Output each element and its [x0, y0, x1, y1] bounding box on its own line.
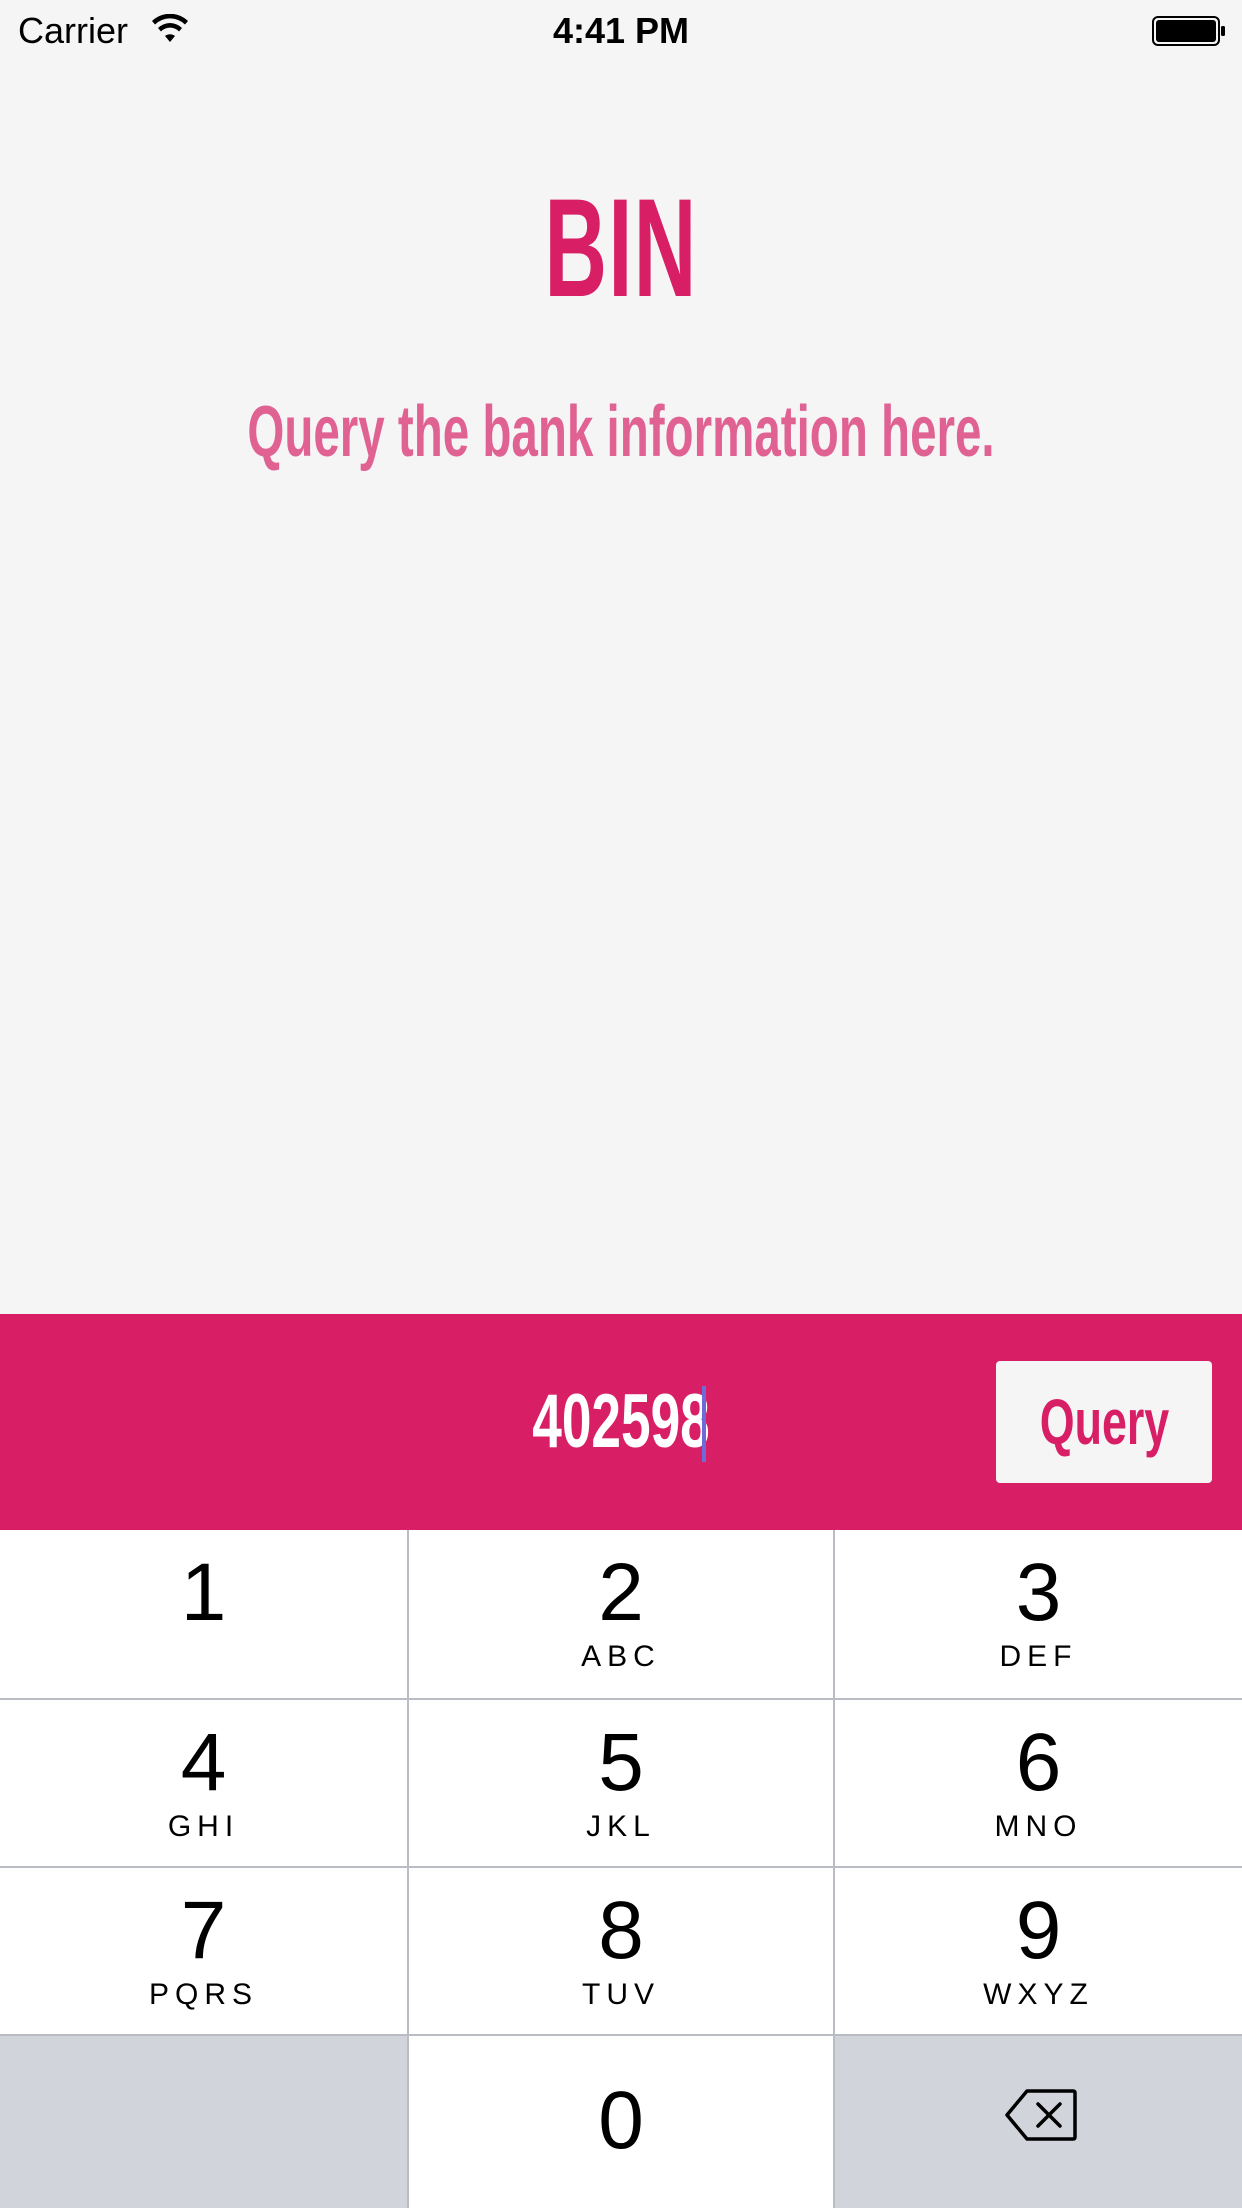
query-button[interactable]: Query [996, 1361, 1212, 1483]
key-6[interactable]: 6 MNO [835, 1700, 1242, 1866]
app-subtitle: Query the bank information here. [247, 392, 995, 472]
key-digit: 6 [1015, 1717, 1062, 1808]
key-digit: 9 [1015, 1885, 1062, 1976]
key-blank [0, 2036, 407, 2208]
key-4[interactable]: 4 GHI [0, 1700, 407, 1866]
key-1[interactable]: 1 [0, 1530, 407, 1698]
app-title: BIN [544, 169, 698, 326]
key-3[interactable]: 3 DEF [835, 1530, 1242, 1698]
key-8[interactable]: 8 TUV [409, 1868, 833, 2034]
backspace-icon [1005, 2089, 1077, 2141]
key-digit: 2 [598, 1547, 644, 1638]
key-5[interactable]: 5 JKL [409, 1700, 833, 1866]
key-0[interactable]: 0 [409, 2036, 833, 2208]
keypad-divider [407, 1530, 409, 2208]
key-digit: 4 [180, 1717, 227, 1808]
key-7[interactable]: 7 PQRS [0, 1868, 407, 2034]
status-time: 4:41 PM [552, 10, 690, 51]
keypad-divider [0, 2034, 1242, 2036]
key-digit: 0 [598, 2075, 644, 2166]
key-digit: 8 [598, 1885, 644, 1976]
key-letters: DEF [999, 1640, 1078, 1673]
key-letters: TUV [582, 1978, 660, 2011]
numeric-keypad: 1 2 ABC 3 DEF 4 GHI 5 JKL 6 MNO 7 PQRS 8… [0, 1530, 1242, 2208]
status-bar: Carrier 4:41 PM [0, 0, 1242, 62]
keypad-divider [0, 1866, 1242, 1868]
bin-input[interactable] [466, 1372, 776, 1472]
key-letters: JKL [586, 1810, 656, 1843]
key-9[interactable]: 9 WXYZ [835, 1868, 1242, 2034]
keypad-divider [0, 1698, 1242, 1700]
key-digit: 5 [598, 1717, 644, 1808]
query-button-label: Query [1039, 1386, 1169, 1458]
key-letters: GHI [167, 1810, 240, 1843]
key-letters: WXYZ [983, 1978, 1094, 2011]
key-digit: 3 [1015, 1547, 1062, 1638]
key-letters: PQRS [148, 1978, 259, 2011]
keypad-divider [833, 1530, 835, 2208]
key-delete[interactable] [835, 2036, 1242, 2208]
text-cursor [702, 1386, 706, 1462]
battery-full-icon [1152, 16, 1225, 46]
key-2[interactable]: 2 ABC [409, 1530, 833, 1698]
key-letters: MNO [994, 1810, 1083, 1843]
key-letters: ABC [581, 1640, 661, 1673]
key-digit: 1 [180, 1547, 227, 1638]
query-bar: Query [0, 1314, 1242, 1530]
key-digit: 7 [180, 1885, 227, 1976]
